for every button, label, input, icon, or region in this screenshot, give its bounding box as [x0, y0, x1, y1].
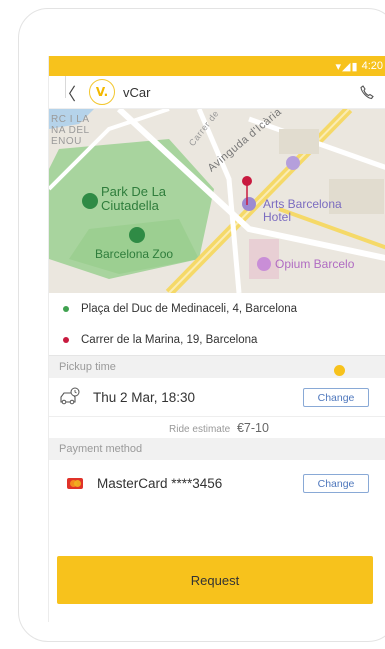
route-panel: Plaça del Duc de Medinaceli, 4, Barcelon…	[49, 76, 385, 356]
pickup-time-value: Thu 2 Mar, 18:30	[93, 389, 196, 405]
request-button[interactable]: Request	[57, 556, 373, 604]
payment-method-value: MasterCard ****3456	[97, 475, 223, 491]
dropoff-address: Carrer de la Marina, 19, Barcelona	[81, 333, 258, 346]
route-connector	[65, 76, 66, 98]
ride-estimate-value: €7-10	[236, 421, 269, 435]
status-bar: ▾◢▮ 4:20	[49, 56, 385, 76]
dropoff-dot-icon	[63, 336, 69, 343]
map-label-hotel: Hotel	[263, 210, 292, 224]
phone-icon[interactable]	[359, 84, 375, 100]
pickup-dot-icon	[63, 305, 69, 312]
map-label-corner: RC I LA	[51, 114, 90, 125]
phone-screen: ▾◢▮ 4:20 〈 V. vCar RC I LA NA DEL ENOU P…	[48, 56, 385, 622]
change-time-button[interactable]: Change	[303, 388, 369, 407]
map-label-zoo: Barcelona Zoo	[95, 247, 174, 261]
map-view[interactable]: RC I LA NA DEL ENOU Park De La Ciutadell…	[49, 109, 385, 293]
map-label-park: Ciutadella	[101, 198, 159, 213]
back-icon[interactable]: 〈	[59, 80, 81, 105]
app-title: vCar	[123, 84, 151, 100]
signal-battery-icon: ▾◢▮	[335, 60, 359, 73]
map-label-corner: ENOU	[51, 136, 82, 147]
map-label-corner: NA DEL	[51, 125, 90, 136]
change-payment-button[interactable]: Change	[303, 474, 369, 493]
ride-estimate: Ride estimate €7-10	[49, 416, 385, 438]
annotation-dot	[334, 365, 345, 376]
payment-method-row: MasterCard ****3456 Change	[49, 460, 385, 506]
pickup-address-row[interactable]: Plaça del Duc de Medinaceli, 4, Barcelon…	[49, 293, 385, 324]
map-label-poi: Opium Barcelo	[275, 257, 355, 271]
pickup-address: Plaça del Duc de Medinaceli, 4, Barcelon…	[81, 302, 298, 315]
car-clock-icon	[60, 387, 80, 405]
ride-estimate-label: Ride estimate	[169, 424, 231, 435]
vcar-logo: V.	[89, 79, 115, 105]
app-bar: 〈 V. vCar	[49, 76, 385, 109]
status-time: 4:20	[361, 60, 383, 72]
dropoff-address-row[interactable]: Carrer de la Marina, 19, Barcelona	[49, 324, 385, 355]
map-label-park: Park De La	[101, 184, 167, 199]
pickup-time-row: Thu 2 Mar, 18:30 Change	[49, 378, 385, 416]
mastercard-icon	[67, 477, 83, 489]
payment-method-header: Payment method	[49, 438, 385, 460]
